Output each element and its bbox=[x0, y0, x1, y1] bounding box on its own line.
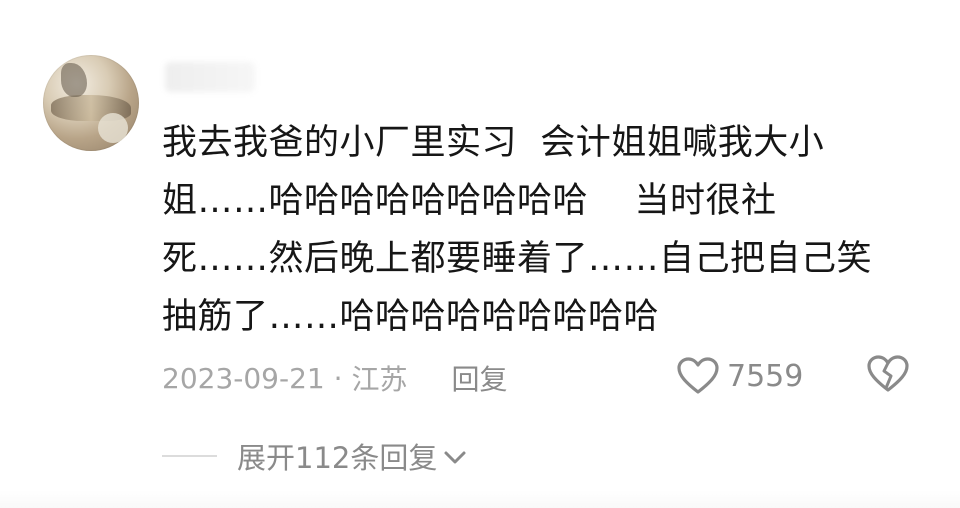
expand-replies-label: 展开112条回复 bbox=[237, 441, 438, 475]
avatar-image-detail bbox=[61, 63, 87, 97]
comment-text: 我去我爸的小厂里实习 会计姐姐喊我大小 姐……哈哈哈哈哈哈哈哈哈 当时很社 死…… bbox=[162, 114, 922, 346]
divider-line bbox=[162, 455, 217, 457]
avatar[interactable] bbox=[43, 55, 139, 151]
dislike-button[interactable] bbox=[864, 354, 912, 398]
username-blurred[interactable] bbox=[165, 62, 255, 92]
reply-button[interactable]: 回复 bbox=[451, 358, 507, 398]
chevron-down-icon bbox=[443, 439, 467, 473]
expand-replies-button[interactable]: 展开112条回复 bbox=[237, 435, 467, 477]
comment-date: 2023-09-21 bbox=[162, 361, 325, 395]
bottom-fade bbox=[0, 490, 960, 508]
meta-separator: · bbox=[324, 361, 352, 395]
expand-replies-row: 展开112条回复 bbox=[162, 434, 467, 478]
comment-line: 死……然后晚上都要睡着了……自己把自己笑 bbox=[162, 239, 873, 279]
comment-meta: 2023-09-21 · 江苏 回复 bbox=[162, 356, 507, 400]
like-button[interactable]: 7559 bbox=[677, 354, 803, 398]
like-count: 7559 bbox=[727, 358, 804, 394]
comment-location: 江苏 bbox=[351, 363, 408, 396]
avatar-image-detail bbox=[98, 113, 128, 143]
heart-outline-icon bbox=[677, 357, 719, 395]
comment-line: 姐……哈哈哈哈哈哈哈哈哈 当时很社 bbox=[162, 181, 777, 221]
comment-line: 抽筋了……哈哈哈哈哈哈哈哈哈 bbox=[162, 297, 660, 337]
broken-heart-icon bbox=[867, 355, 909, 397]
comment-line: 我去我爸的小厂里实习 会计姐姐喊我大小 bbox=[162, 123, 825, 163]
